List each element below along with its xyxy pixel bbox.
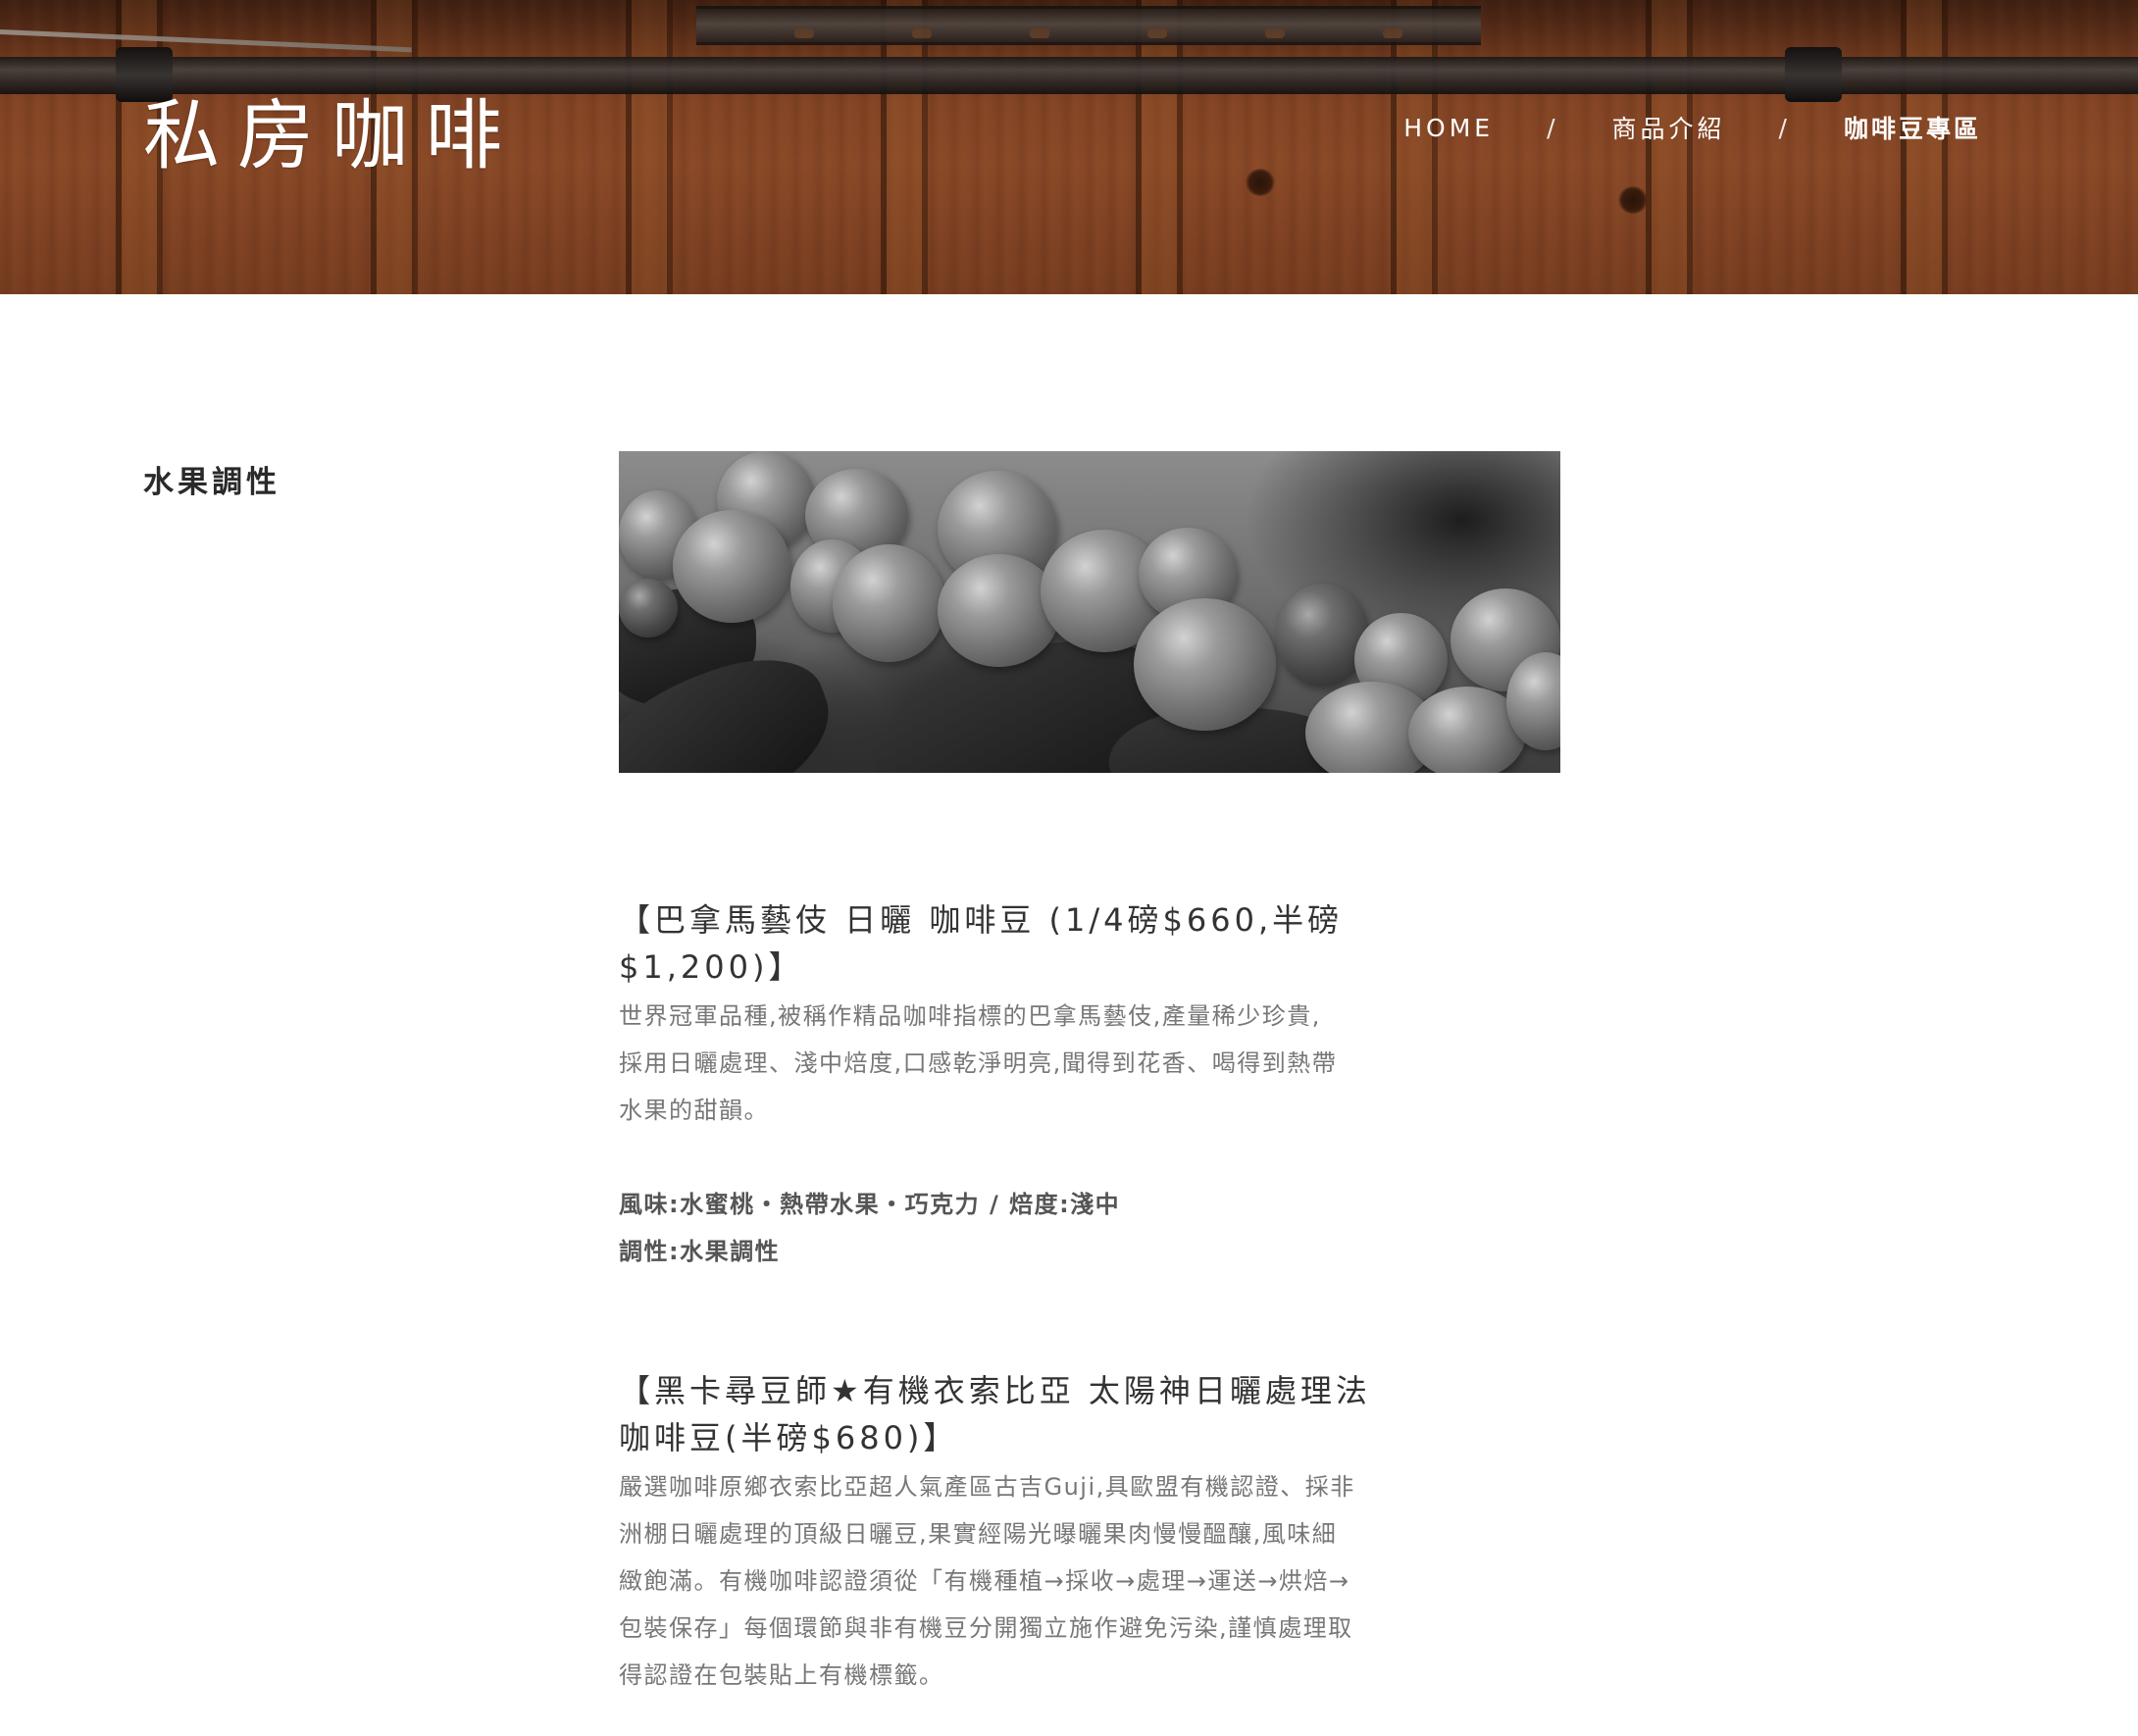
breadcrumb-products[interactable]: 商品介紹 <box>1612 110 1726 145</box>
breadcrumb-home[interactable]: HOME <box>1403 114 1494 142</box>
breadcrumb-current[interactable]: 咖啡豆專區 <box>1844 110 1981 145</box>
product-tone: 調性:水果調性 <box>619 1238 781 1265</box>
product-description: 嚴選咖啡原鄉衣索比亞超人氣產區古吉Guji,具歐盟有機認證、採非 洲棚日曬處理的… <box>619 1473 1355 1689</box>
product-title[interactable]: 【黑卡尋豆師★有機衣索比亞 太陽神日曬處理法 咖啡豆(半磅$680)】 <box>619 1367 1403 1461</box>
breadcrumb: HOME / 商品介紹 / 咖啡豆專區 <box>1403 110 1981 145</box>
breadcrumb-separator: / <box>1778 113 1791 142</box>
category-title: 水果調性 <box>143 465 280 500</box>
product-title[interactable]: 【巴拿馬藝伎 日曬 咖啡豆 (1/4磅$660,半磅 $1,200)】 <box>619 896 1403 991</box>
breadcrumb-separator: / <box>1547 113 1559 142</box>
coffee-cherries-image <box>619 451 1560 773</box>
hero-banner: 私房咖啡 HOME / 商品介紹 / 咖啡豆專區 <box>0 0 2138 294</box>
product-flavor: 風味:水蜜桃・熱帶水果・巧克力 / 焙度:淺中 <box>619 1191 1121 1218</box>
site-logo[interactable]: 私房咖啡 <box>143 98 520 175</box>
product-card: 【黑卡尋豆師★有機衣索比亞 太陽神日曬處理法 咖啡豆(半磅$680)】 嚴選咖啡… <box>619 1367 1403 1699</box>
product-card: 【巴拿馬藝伎 日曬 咖啡豆 (1/4磅$660,半磅 $1,200)】 世界冠軍… <box>619 896 1403 1275</box>
product-description: 世界冠軍品種,被稱作精品咖啡指標的巴拿馬藝伎,產量稀少珍貴, 採用日曬處理、淺中… <box>619 1002 1338 1124</box>
